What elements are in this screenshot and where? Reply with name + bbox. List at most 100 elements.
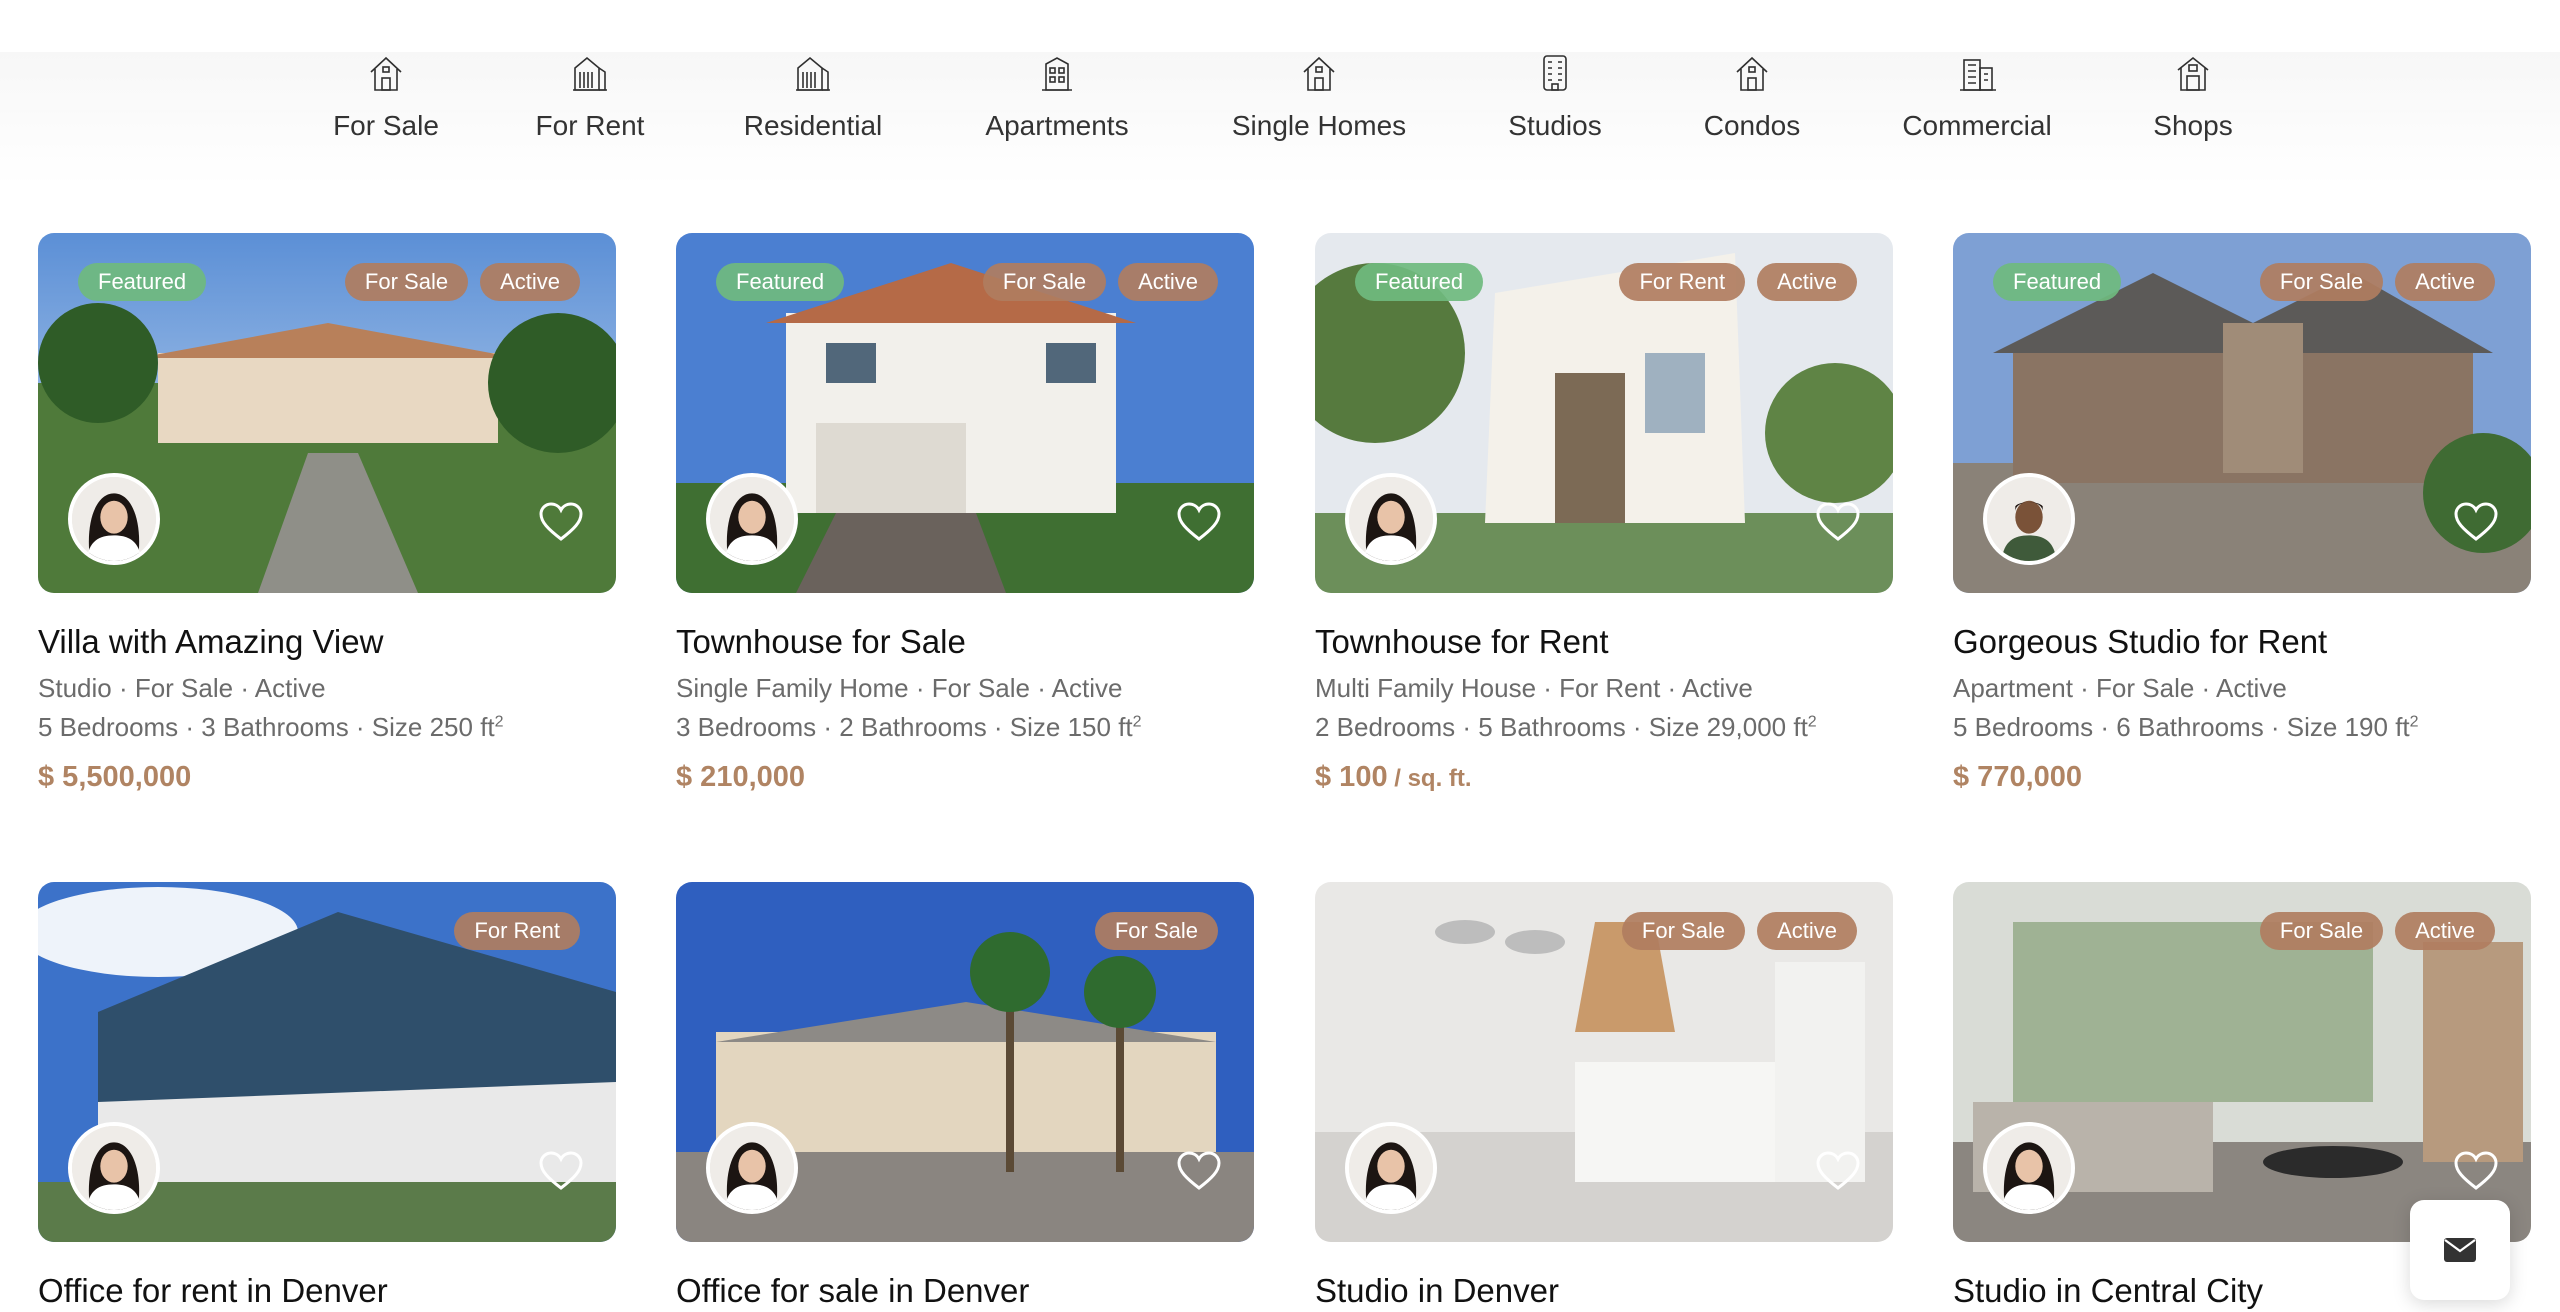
favorite-button[interactable] [538, 1150, 584, 1192]
favorite-button[interactable] [1176, 501, 1222, 543]
agent-avatar-image [710, 1126, 794, 1210]
listing-title[interactable]: Townhouse for Sale [676, 623, 1254, 661]
category-shops[interactable]: Shops [2093, 52, 2293, 142]
agent-avatar[interactable] [1345, 1122, 1437, 1214]
house-icon [370, 56, 402, 91]
status-badge: For Rent [454, 912, 580, 950]
status-badge: For Sale [344, 263, 469, 301]
office-icon [1960, 59, 1996, 91]
status-badge: For Sale [2259, 263, 2384, 301]
shop-icon [2177, 56, 2209, 91]
listing-price: $ 210,000 [676, 761, 806, 793]
listing-card[interactable]: For Sale Office for sale in Denver [676, 882, 1254, 1310]
listing-price: $ 100 / sq. ft. [1315, 761, 1472, 793]
favorite-button[interactable] [2453, 1150, 2499, 1192]
status-badge: For Rent [1619, 263, 1746, 301]
status-badge: Active [2395, 912, 2495, 950]
status-badge: For Sale [2259, 912, 2384, 950]
agent-avatar[interactable] [706, 473, 798, 565]
listing-specs: 5 Bedrooms · 3 Bathrooms · Size 250 ft2 [38, 712, 504, 742]
agent-avatar-image [72, 1126, 156, 1210]
status-badge: For Sale [1621, 912, 1746, 950]
agent-avatar[interactable] [1983, 473, 2075, 565]
agent-avatar[interactable] [68, 1122, 160, 1214]
agent-avatar-image [1349, 477, 1433, 561]
heart-icon [2454, 1151, 2498, 1190]
category-label: For Sale [333, 110, 439, 141]
status-badge: For Sale [982, 263, 1107, 301]
listing-title[interactable]: Studio in Denver [1315, 1272, 1893, 1310]
category-studios[interactable]: Studios [1455, 52, 1655, 142]
category-label: Residential [743, 110, 883, 141]
house-icon [1303, 56, 1335, 91]
heart-icon [1177, 502, 1221, 541]
heart-icon [539, 1151, 583, 1190]
contact-button[interactable] [2410, 1200, 2510, 1300]
category-commercial[interactable]: Commercial [1877, 52, 2077, 142]
listing-title[interactable]: Office for rent in Denver [38, 1272, 616, 1310]
listing-title[interactable]: Office for sale in Denver [676, 1272, 1254, 1310]
favorite-button[interactable] [1176, 1150, 1222, 1192]
status-badge: Active [2395, 263, 2495, 301]
listing-price: $ 770,000 [1953, 761, 2083, 793]
listing-price: $ 5,500,000 [38, 761, 192, 793]
listing-photo[interactable]: Featured For Sale Active [38, 233, 616, 593]
category-residential[interactable]: Residential [713, 52, 913, 142]
listing-title[interactable]: Villa with Amazing View [38, 623, 616, 661]
category-apartments[interactable]: Apartments [957, 52, 1157, 142]
category-for-sale[interactable]: For Sale [286, 52, 486, 142]
unit-superscript: 2 [1132, 713, 1142, 731]
listing-meta: Studio · For Sale · Active [38, 673, 326, 703]
category-label: Condos [1703, 110, 1801, 141]
agent-avatar[interactable] [1983, 1122, 2075, 1214]
listing-photo[interactable]: Featured For Sale Active [676, 233, 1254, 593]
heart-icon [1816, 502, 1860, 541]
category-single-homes[interactable]: Single Homes [1219, 52, 1419, 142]
listing-photo[interactable]: For Sale Active [1953, 882, 2531, 1242]
favorite-button[interactable] [2453, 501, 2499, 543]
house-icon [1736, 56, 1768, 91]
listing-meta: Single Family Home · For Sale · Active [676, 673, 1123, 703]
agent-avatar[interactable] [1345, 473, 1437, 565]
listing-title[interactable]: Gorgeous Studio for Rent [1953, 623, 2531, 661]
listing-photo[interactable]: For Sale Active [1315, 882, 1893, 1242]
category-for-rent[interactable]: For Rent [490, 52, 690, 142]
listing-title[interactable]: Townhouse for Rent [1315, 623, 1893, 661]
agent-avatar[interactable] [706, 1122, 798, 1214]
listing-card[interactable]: For Sale Active Studio in Denver [1315, 882, 1893, 1310]
unit-superscript: 2 [1807, 713, 1817, 731]
agent-avatar-image [1987, 477, 2071, 561]
listing-card[interactable]: Featured For Sale Active Gorgeous Studio fo… [1953, 233, 2531, 794]
category-label: For Rent [535, 110, 645, 141]
category-label: Commercial [1902, 110, 2052, 141]
agent-avatar-image [72, 477, 156, 561]
listing-card[interactable]: Featured For Sale Active Villa with Amazing… [38, 233, 616, 794]
listing-card[interactable]: Featured For Sale Active Townhouse for Sale… [676, 233, 1254, 794]
listing-photo[interactable]: Featured For Sale Active [1953, 233, 2531, 593]
featured-badge: Featured [1355, 263, 1484, 301]
listing-card[interactable]: For Rent Office for rent in Denver [38, 882, 616, 1310]
building-icon [573, 56, 607, 91]
agent-avatar-image [1349, 1126, 1433, 1210]
category-label: Studios [1508, 110, 1602, 141]
listing-photo[interactable]: For Sale [676, 882, 1254, 1242]
status-badge: Active [1757, 263, 1857, 301]
favorite-button[interactable] [538, 501, 584, 543]
listing-card[interactable]: Featured For Rent Active Townhouse for Rent… [1315, 233, 1893, 794]
agent-avatar-image [1987, 1126, 2071, 1210]
agent-avatar[interactable] [68, 473, 160, 565]
category-condos[interactable]: Condos [1652, 52, 1852, 142]
listing-photo[interactable]: For Rent [38, 882, 616, 1242]
featured-badge: Featured [1993, 263, 2122, 301]
tower-icon [1543, 55, 1567, 91]
category-label: Single Homes [1231, 110, 1407, 141]
status-badge: For Sale [1094, 912, 1218, 950]
favorite-button[interactable] [1815, 1150, 1861, 1192]
heart-icon [1177, 1151, 1221, 1190]
apartment-icon [1042, 57, 1072, 91]
category-nav: For Sale For Rent Residential Apartments Sin… [0, 0, 2560, 150]
listing-meta: Apartment · For Sale · Active [1953, 673, 2287, 703]
favorite-button[interactable] [1815, 501, 1861, 543]
listing-photo[interactable]: Featured For Rent Active [1315, 233, 1893, 593]
heart-icon [1816, 1151, 1860, 1190]
